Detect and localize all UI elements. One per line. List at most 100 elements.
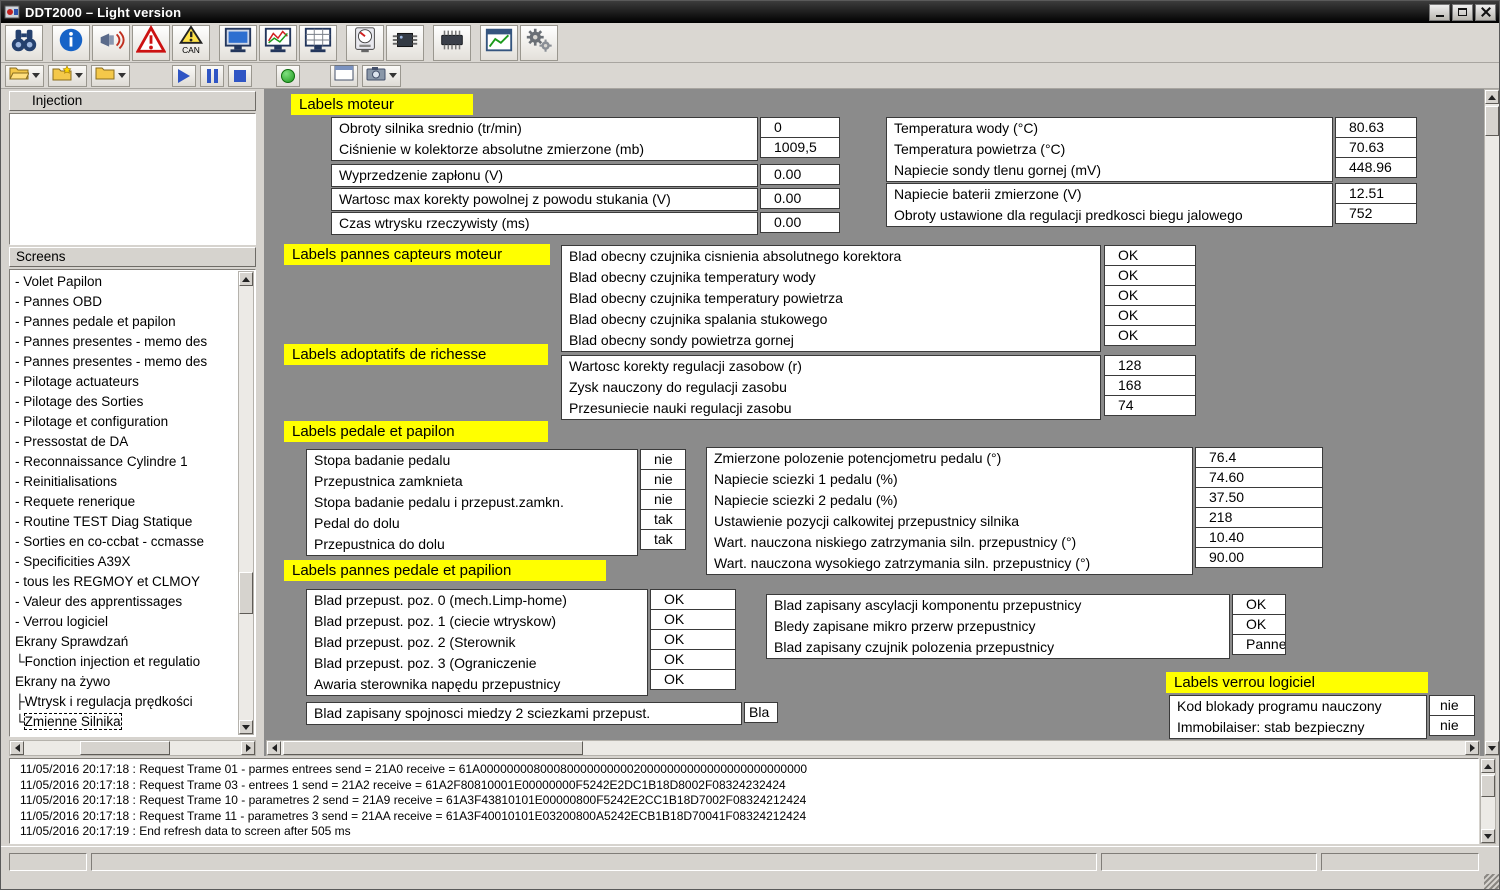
window-layout-button[interactable] [330, 65, 358, 87]
scroll-thumb[interactable] [1485, 106, 1499, 136]
field-value: Bla [744, 702, 778, 723]
tree-prefix: - [15, 554, 23, 569]
scroll-thumb[interactable] [1481, 775, 1495, 797]
search-button[interactable] [5, 25, 43, 61]
alert-button[interactable] [132, 25, 170, 61]
screens-list-item-label: Wtrysk i regulacja prędkości [25, 694, 193, 709]
screens-list-item[interactable]: └Zmienne Silnika [12, 712, 237, 732]
play-button[interactable] [172, 65, 196, 87]
screens-list-item[interactable]: Ekrany Sprawdzań [12, 632, 237, 652]
folder-button[interactable] [91, 65, 130, 87]
screens-list-item[interactable]: - Routine TEST Diag Statique [12, 512, 237, 532]
screens-list-item[interactable]: ├Wtrysk i regulacja prędkości [12, 692, 237, 712]
screens-list-item[interactable]: - Requete renerique [12, 492, 237, 512]
snapshot-camera-icon [366, 65, 386, 86]
ecu-chip-button[interactable] [386, 25, 424, 61]
screens-list-item[interactable]: - Valeur des apprentissages [12, 592, 237, 612]
screens-list-item[interactable]: - Pannes pedale et papilon [12, 312, 237, 332]
screens-list-item[interactable]: - Pressostat de DA [12, 432, 237, 452]
moteur-values-d: 0.00 [760, 212, 840, 233]
screens-list-item[interactable]: - Verrou logiciel [12, 612, 237, 632]
status-segment [91, 853, 1097, 871]
field-value: 74.60 [1195, 467, 1323, 488]
can-alert-button[interactable]: CAN [172, 25, 210, 61]
minimize-button[interactable] [1429, 4, 1450, 21]
scroll-right-button[interactable] [1465, 741, 1479, 755]
screens-panel-header: Screens [9, 247, 256, 267]
close-button[interactable] [1475, 4, 1496, 21]
screens-list-item[interactable]: - Reinitialisations [12, 472, 237, 492]
moteur-values-f: 12.51752 [1335, 183, 1417, 224]
screens-list-vscrollbar[interactable] [238, 271, 254, 735]
scroll-down-button[interactable] [1481, 829, 1495, 843]
scroll-left-button[interactable] [10, 741, 24, 755]
richesse-values: 12816874 [1104, 355, 1196, 416]
moteur-labels-a: Obroty silnika srednio (tr/min)Ciśnienie… [331, 117, 758, 161]
arrow-up-icon [1488, 95, 1496, 100]
main-toolbar: CAN [1, 23, 1499, 63]
content-hscrollbar[interactable] [266, 740, 1480, 756]
scroll-down-button[interactable] [1485, 741, 1499, 755]
field-value: 76.4 [1195, 447, 1323, 468]
scroll-down-button[interactable] [239, 720, 253, 734]
screens-list-item[interactable]: - Pilotage des Sorties [12, 392, 237, 412]
section-label-pedale: Labels pedale et papilon [284, 421, 548, 442]
screens-list-item[interactable]: - Reconnaissance Cylindre 1 [12, 452, 237, 472]
moteur-labels-d: Czas wtrysku rzeczywisty (ms) [331, 212, 758, 235]
stop-button[interactable] [228, 65, 252, 87]
field-value: OK [650, 609, 736, 630]
pause-button[interactable] [200, 65, 224, 87]
maximize-button[interactable] [1452, 4, 1473, 21]
screens-list-item[interactable]: - tous les REGMOY et CLMOY [12, 572, 237, 592]
scroll-up-button[interactable] [1481, 759, 1495, 773]
screens-list-item[interactable]: - Pannes OBD [12, 292, 237, 312]
screens-list-item[interactable]: - Pilotage actuateurs [12, 372, 237, 392]
chart-window-button[interactable] [480, 25, 518, 61]
screens-list-item[interactable]: - Specificities A39X [12, 552, 237, 572]
field-value: 0.00 [760, 212, 840, 233]
memory-chip-button[interactable] [433, 25, 471, 61]
status-segment [1321, 853, 1479, 871]
screens-list-item-label: Pannes OBD [23, 294, 102, 309]
field-label: Temperatura wody (°C) [887, 118, 1332, 139]
snapshot-button[interactable] [362, 65, 401, 87]
screens-list-item[interactable]: - Sorties en co-ccbat - ccmasse [12, 532, 237, 552]
scroll-up-button[interactable] [1485, 90, 1499, 104]
announce-button[interactable] [92, 25, 130, 61]
screens-list-item[interactable]: - Volet Papilon [12, 272, 237, 292]
screens-list-item[interactable]: - Pilotage et configuration [12, 412, 237, 432]
gauge-button[interactable] [346, 25, 384, 61]
moteur-labels-b: Wyprzedzenie zapłonu (V) [331, 164, 758, 187]
field-label: Kod blokady programu nauczony [1170, 696, 1426, 717]
table-screen-button[interactable] [299, 25, 337, 61]
scroll-thumb[interactable] [80, 741, 170, 755]
new-folder-icon [52, 65, 72, 86]
new-file-button[interactable] [48, 65, 87, 87]
graph-screen-button[interactable] [259, 25, 297, 61]
content-vscrollbar[interactable] [1484, 89, 1500, 756]
pedale-left-values: nienienietaktak [640, 449, 686, 550]
settings-button[interactable] [520, 25, 558, 61]
section-label-pannes-pedale: Labels pannes pedale et papilion [284, 560, 606, 581]
log-line: 11/05/2016 20:17:18 : Request Trame 10 -… [20, 793, 1478, 809]
info-button[interactable] [52, 25, 90, 61]
scroll-thumb[interactable] [283, 741, 583, 755]
screens-list-item[interactable]: └Fonction injection et regulatio [12, 652, 237, 672]
scroll-thumb[interactable] [239, 572, 253, 614]
open-file-button[interactable] [5, 65, 44, 87]
resize-grip[interactable] [1484, 874, 1499, 889]
record-button[interactable] [276, 65, 300, 87]
scroll-up-button[interactable] [239, 272, 253, 286]
scroll-left-button[interactable] [267, 741, 281, 755]
screen-button[interactable] [219, 25, 257, 61]
field-value: OK [1232, 594, 1286, 615]
screens-list-item[interactable]: Ekrany na żywo [12, 672, 237, 692]
screens-list-item[interactable]: - Pannes presentes - memo des [12, 352, 237, 372]
field-label: Blad przepust. poz. 1 (ciecie wtryskow) [307, 611, 647, 632]
log-vscrollbar[interactable] [1480, 758, 1496, 844]
screens-list-item[interactable]: - Pannes presentes - memo des [12, 332, 237, 352]
scroll-right-button[interactable] [241, 741, 255, 755]
field-value: 0.00 [760, 188, 840, 209]
screens-list-item-label: Verrou logiciel [23, 614, 108, 629]
sidebar-hscrollbar[interactable] [9, 740, 256, 756]
